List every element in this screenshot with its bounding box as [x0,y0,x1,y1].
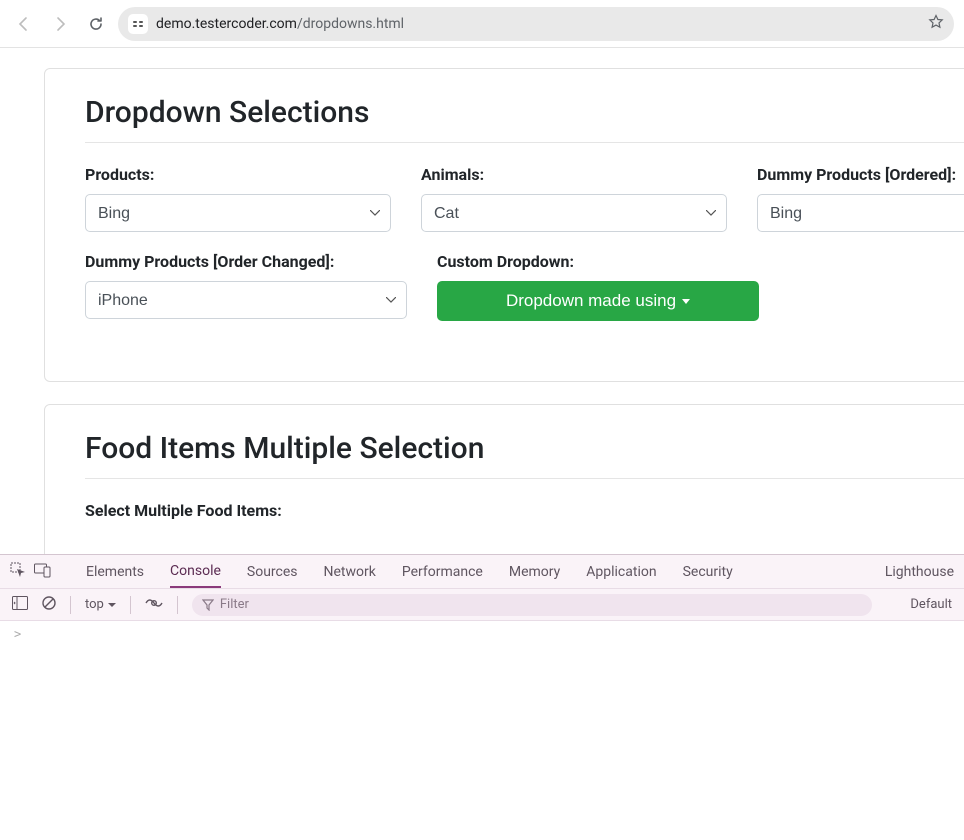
device-toggle-icon[interactable] [34,562,52,582]
forward-button[interactable] [46,10,74,38]
tab-elements[interactable]: Elements [86,564,144,580]
url-text: demo.testercoder.com/dropdowns.html [156,16,920,32]
tab-application[interactable]: Application [586,564,656,580]
bookmark-star-icon[interactable] [928,14,944,34]
animals-select[interactable]: Cat [421,194,727,232]
console-prompt: > [14,627,21,641]
animals-label: Animals: [421,165,727,184]
log-levels-selector[interactable]: Default [910,597,952,612]
site-info-icon[interactable] [128,14,148,34]
dropdown-selections-card: Dropdown Selections Products: Bing Anima… [44,68,964,382]
tab-performance[interactable]: Performance [402,564,483,580]
tab-console[interactable]: Console [170,563,221,588]
context-selector[interactable]: top [85,597,116,612]
tab-memory[interactable]: Memory [509,564,560,580]
custom-dropdown-button-label: Dropdown made using [506,291,676,311]
tab-network[interactable]: Network [324,564,376,580]
filter-placeholder: Filter [220,597,249,612]
custom-dropdown-label: Custom Dropdown: [437,252,759,271]
products-label: Products: [85,165,391,184]
filter-icon [202,599,214,611]
products-select[interactable]: Bing [85,194,391,232]
console-output[interactable]: > [0,621,964,840]
console-toolbar: top Filter Default [0,589,964,621]
dummy-ordered-select[interactable]: Bing [757,194,964,232]
filter-input[interactable]: Filter [192,594,872,616]
back-button[interactable] [10,10,38,38]
multi-food-label: Select Multiple Food Items: [85,501,964,520]
dummy-changed-select[interactable]: iPhone [85,281,407,319]
tab-lighthouse[interactable]: Lighthouse [885,564,954,580]
card-title: Dropdown Selections [85,95,964,143]
devtools-panel: Elements Console Sources Network Perform… [0,554,964,840]
tab-sources[interactable]: Sources [247,564,298,580]
dummy-changed-label: Dummy Products [Order Changed]: [85,252,407,271]
tab-security[interactable]: Security [683,564,733,580]
browser-toolbar: demo.testercoder.com/dropdowns.html [0,0,964,48]
inspect-icon[interactable] [10,562,26,582]
viewport: Dropdown Selections Products: Bing Anima… [0,48,964,554]
card-title: Food Items Multiple Selection [85,431,964,479]
custom-dropdown-button[interactable]: Dropdown made using [437,281,759,321]
address-bar[interactable]: demo.testercoder.com/dropdowns.html [118,7,954,41]
live-expression-icon[interactable] [145,597,163,613]
caret-down-icon [682,299,690,304]
food-items-card: Food Items Multiple Selection Select Mul… [44,404,964,554]
clear-console-icon[interactable] [42,596,56,614]
sidebar-toggle-icon[interactable] [12,596,28,614]
devtools-tabbar: Elements Console Sources Network Perform… [0,555,964,589]
dummy-ordered-label: Dummy Products [Ordered]: [757,165,964,184]
reload-button[interactable] [82,10,110,38]
